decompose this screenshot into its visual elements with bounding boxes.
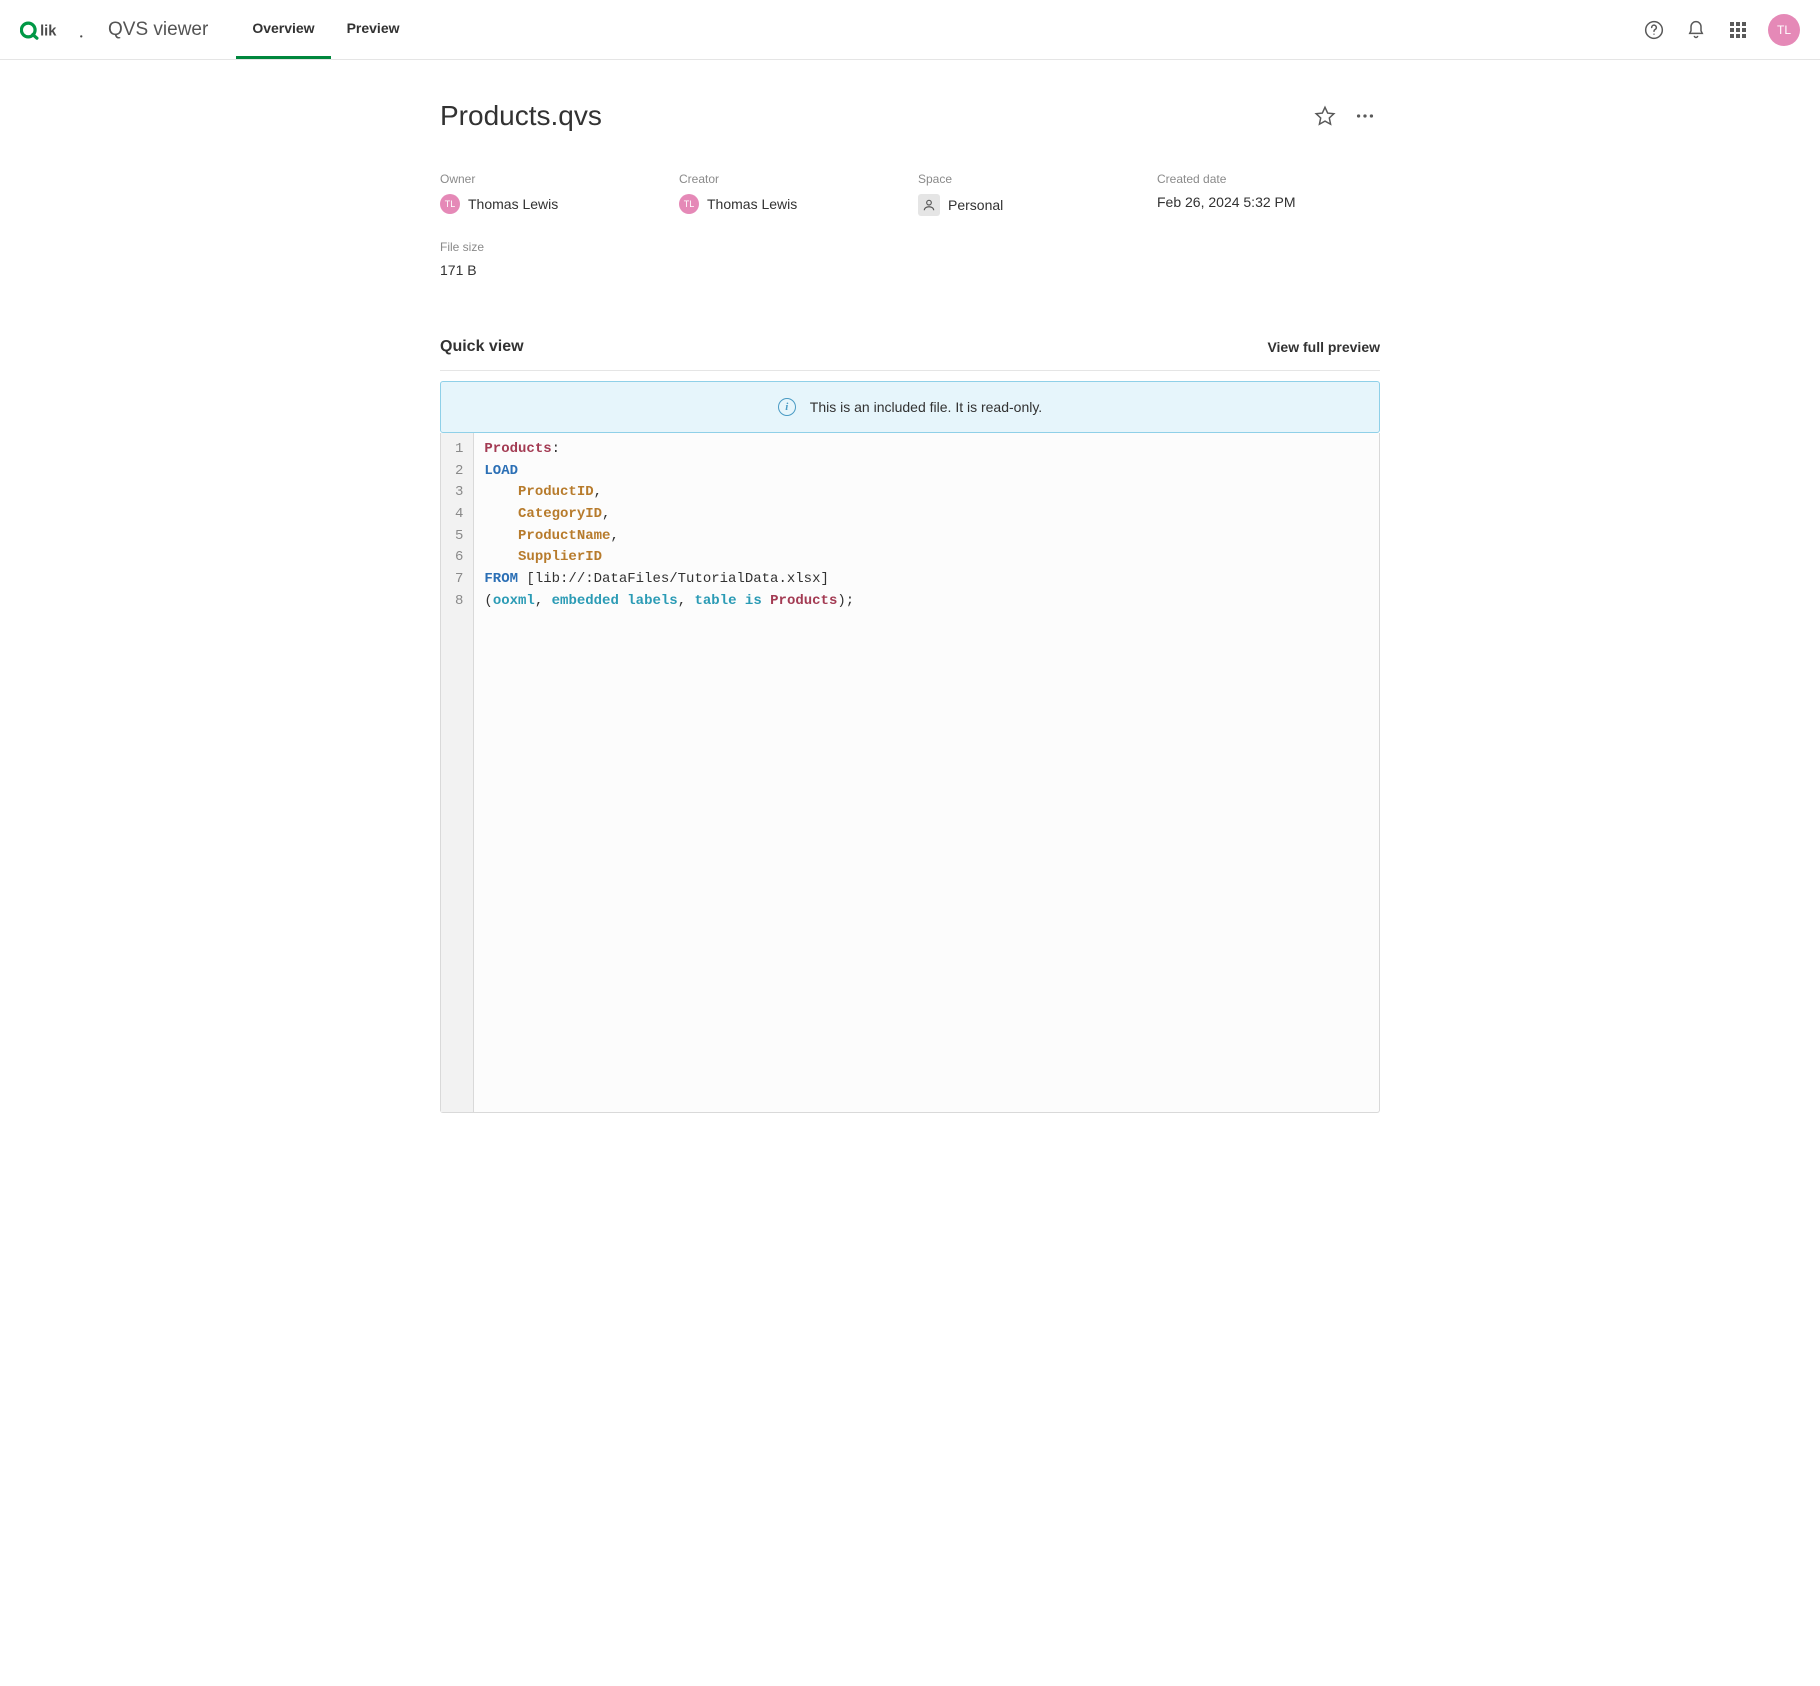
meta-label: Space xyxy=(918,172,1141,186)
meta-value: TL Thomas Lewis xyxy=(679,194,902,214)
divider xyxy=(440,370,1380,371)
readonly-banner: i This is an included file. It is read-o… xyxy=(440,381,1380,433)
space-name: Personal xyxy=(948,197,1003,213)
bell-icon[interactable] xyxy=(1684,18,1708,42)
qlik-logo[interactable]: lik xyxy=(20,16,84,44)
meta-creator: Creator TL Thomas Lewis xyxy=(679,172,902,216)
topbar-actions: TL xyxy=(1642,14,1800,46)
meta-value: Personal xyxy=(918,194,1141,216)
meta-space: Space Personal xyxy=(918,172,1141,216)
creator-name: Thomas Lewis xyxy=(707,196,797,212)
meta-label: Owner xyxy=(440,172,663,186)
help-icon[interactable] xyxy=(1642,18,1666,42)
user-avatar[interactable]: TL xyxy=(1768,14,1800,46)
code-preview: 12345678 Products:LOAD ProductID, Catego… xyxy=(440,433,1380,1113)
info-icon: i xyxy=(778,398,796,416)
tab-preview[interactable]: Preview xyxy=(331,0,416,59)
metadata-grid: Owner TL Thomas Lewis Creator TL Thomas … xyxy=(440,172,1380,278)
banner-text: This is an included file. It is read-onl… xyxy=(810,399,1042,415)
page-header: Products.qvs xyxy=(440,100,1380,132)
page-actions xyxy=(1310,101,1380,131)
favorite-star-icon[interactable] xyxy=(1310,101,1340,131)
nav-tabs: Overview Preview xyxy=(236,0,415,59)
owner-avatar: TL xyxy=(440,194,460,214)
meta-label: File size xyxy=(440,240,663,254)
apps-grid-icon[interactable] xyxy=(1726,18,1750,42)
meta-label: Created date xyxy=(1157,172,1380,186)
page-title: Products.qvs xyxy=(440,100,1310,132)
meta-value: Feb 26, 2024 5:32 PM xyxy=(1157,194,1380,210)
app-title: QVS viewer xyxy=(108,19,208,41)
code-content: Products:LOAD ProductID, CategoryID, Pro… xyxy=(474,433,1379,1112)
creator-avatar: TL xyxy=(679,194,699,214)
meta-owner: Owner TL Thomas Lewis xyxy=(440,172,663,216)
quick-view-header: Quick view View full preview xyxy=(440,338,1380,356)
line-gutter: 12345678 xyxy=(441,433,474,1112)
meta-label: Creator xyxy=(679,172,902,186)
main-content: Products.qvs Owner TL Thomas Lewis Creat xyxy=(420,60,1400,1153)
more-menu-icon[interactable] xyxy=(1350,101,1380,131)
tab-overview[interactable]: Overview xyxy=(236,0,330,59)
meta-filesize: File size 171 B xyxy=(440,240,663,278)
meta-value: 171 B xyxy=(440,262,663,278)
meta-value: TL Thomas Lewis xyxy=(440,194,663,214)
meta-created: Created date Feb 26, 2024 5:32 PM xyxy=(1157,172,1380,216)
view-full-preview-link[interactable]: View full preview xyxy=(1267,339,1380,355)
person-icon xyxy=(918,194,940,216)
svg-text:lik: lik xyxy=(40,23,57,39)
owner-name: Thomas Lewis xyxy=(468,196,558,212)
quick-view-title: Quick view xyxy=(440,338,1267,356)
topbar: lik QVS viewer Overview Preview TL xyxy=(0,0,1820,60)
